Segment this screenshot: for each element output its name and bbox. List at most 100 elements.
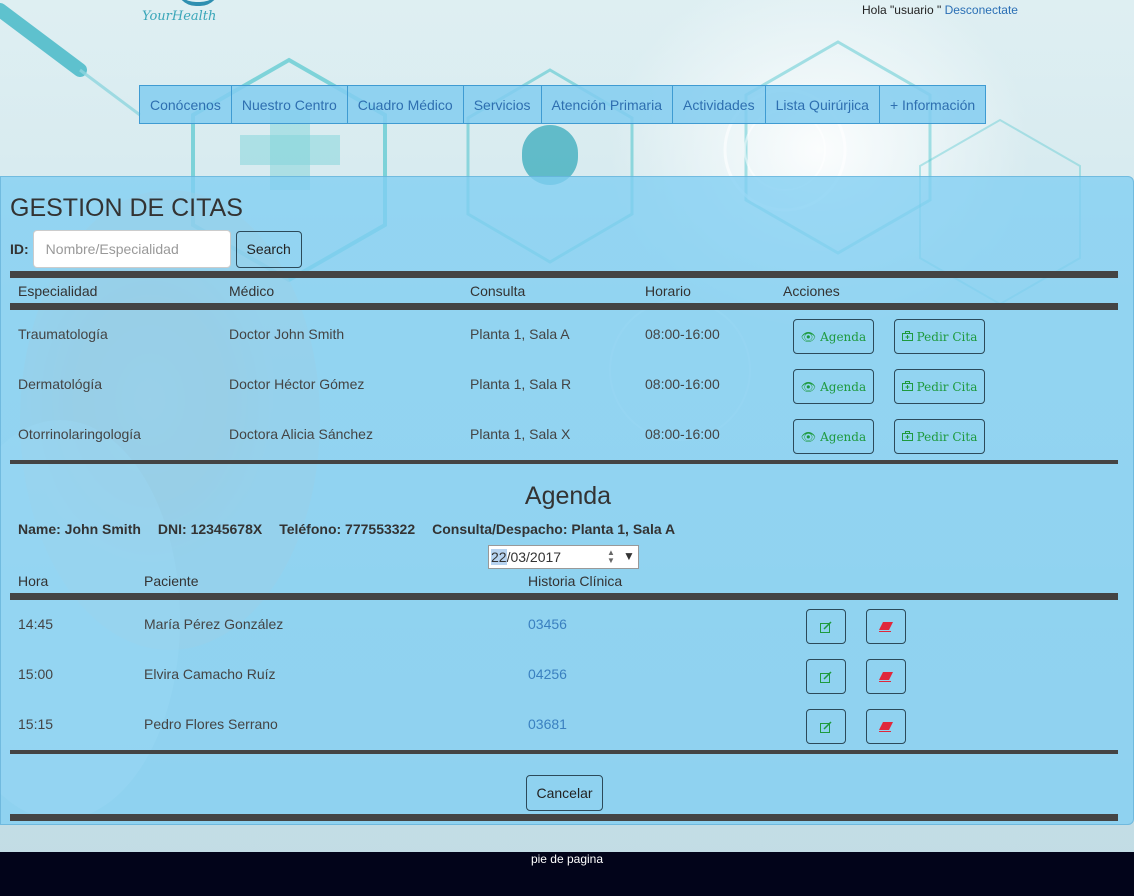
- cell-horario: 08:00-16:00: [645, 426, 720, 442]
- historia-link[interactable]: 03681: [528, 716, 567, 732]
- medkit-icon: [901, 330, 913, 344]
- appointments-panel: GESTION DE CITAS ID: Search Especialidad…: [0, 176, 1134, 825]
- edit-button[interactable]: [806, 609, 846, 644]
- agenda-button-label: Agenda: [820, 329, 867, 344]
- edit-button[interactable]: [806, 659, 846, 694]
- logo-icon[interactable]: [176, 0, 220, 6]
- doctor-info: Name: John Smith DNI: 12345678X Teléfono…: [18, 521, 675, 537]
- cell-consulta: Planta 1, Sala A: [470, 326, 570, 342]
- footer-text: pie de pagina: [530, 852, 604, 866]
- cell-hora: 15:00: [18, 666, 54, 682]
- eraser-icon: [879, 721, 893, 732]
- eye-icon: 👁: [800, 329, 817, 344]
- main-nav: Conócenos Nuestro Centro Cuadro Médico S…: [139, 85, 987, 124]
- agenda-button-label: Agenda: [820, 429, 867, 444]
- edit-icon: [820, 720, 832, 733]
- nav-item-atencion-primaria[interactable]: Atención Primaria: [540, 85, 673, 124]
- nav-item-conocenos[interactable]: Conócenos: [139, 85, 232, 124]
- search-row: ID: Search: [10, 230, 302, 268]
- header-horario: Horario: [645, 283, 691, 299]
- table-rule: [10, 460, 1118, 464]
- medkit-icon: [901, 380, 913, 394]
- nav-item-mas-informacion[interactable]: + Información: [878, 85, 987, 124]
- doctor-name: Name: John Smith: [18, 521, 141, 537]
- table-rule: [10, 303, 1118, 310]
- agenda-title: Agenda: [524, 482, 612, 510]
- agenda-button-label: Agenda: [820, 379, 867, 394]
- pedir-cita-button-label: Pedir Cita: [916, 329, 978, 344]
- agenda-button[interactable]: 👁 Agenda: [793, 319, 874, 354]
- date-rest: /03/2017: [506, 549, 562, 565]
- logo-text[interactable]: YourHealth: [142, 9, 216, 24]
- cell-horario: 08:00-16:00: [645, 376, 720, 392]
- panel-bottom-rule: [10, 814, 1118, 821]
- header-consulta: Consulta: [470, 283, 526, 299]
- site-footer: pie de pagina: [0, 852, 1134, 896]
- page-title: GESTION DE CITAS: [10, 194, 243, 222]
- nav-item-lista-quirurjica[interactable]: Lista Quirúrjica: [764, 85, 880, 124]
- dropdown-arrow-icon[interactable]: ▼: [623, 549, 635, 563]
- historia-link[interactable]: 03456: [528, 616, 567, 632]
- nav-item-nuestro-centro[interactable]: Nuestro Centro: [230, 85, 348, 124]
- header-especialidad: Especialidad: [18, 283, 98, 299]
- cell-paciente: Pedro Flores Serrano: [144, 716, 278, 732]
- spinner-icon[interactable]: ▲ ▼: [607, 549, 615, 565]
- nav-item-cuadro-medico[interactable]: Cuadro Médico: [346, 85, 464, 124]
- header-hora: Hora: [18, 573, 49, 589]
- cell-paciente: Elvira Camacho Ruíz: [144, 666, 276, 682]
- pedir-cita-button[interactable]: Pedir Cita: [894, 319, 985, 354]
- cell-consulta: Planta 1, Sala R: [470, 376, 572, 392]
- delete-button[interactable]: [866, 659, 906, 694]
- greeting-text: Hola "usuario ": [862, 3, 942, 17]
- agenda-rule: [10, 750, 1118, 754]
- agenda-button[interactable]: 👁 Agenda: [793, 419, 874, 454]
- doctor-consulta: Consulta/Despacho: Planta 1, Sala A: [432, 521, 676, 537]
- logout-link[interactable]: Desconectate: [945, 3, 1018, 17]
- search-button[interactable]: Search: [235, 230, 302, 268]
- cell-hora: 15:15: [18, 716, 54, 732]
- header-historia: Historia Clínica: [528, 573, 623, 589]
- pedir-cita-button[interactable]: Pedir Cita: [894, 419, 985, 454]
- edit-button[interactable]: [806, 709, 846, 744]
- historia-link[interactable]: 04256: [528, 666, 567, 682]
- date-picker[interactable]: 22/03/2017 ▲ ▼ ▼: [488, 545, 639, 569]
- cell-medico: Doctor John Smith: [229, 326, 345, 342]
- cell-hora: 14:45: [18, 616, 54, 632]
- date-day: 22: [491, 549, 507, 565]
- agenda-button[interactable]: 👁 Agenda: [793, 369, 874, 404]
- nav-item-actividades[interactable]: Actividades: [672, 85, 766, 124]
- medkit-icon: [901, 430, 913, 444]
- cell-consulta: Planta 1, Sala X: [470, 426, 571, 442]
- header-paciente: Paciente: [144, 573, 199, 589]
- cell-especialidad: Dermatológía: [18, 376, 103, 392]
- cell-medico: Doctora Alicia Sánchez: [229, 426, 373, 442]
- doctor-telefono: Teléfono: 777553322: [279, 521, 416, 537]
- user-greeting: Hola "usuario " Desconectate: [862, 3, 1018, 17]
- table-rule: [10, 271, 1118, 278]
- pedir-cita-button[interactable]: Pedir Cita: [894, 369, 985, 404]
- eraser-icon: [879, 671, 893, 682]
- cell-especialidad: Otorrinolaringología: [18, 426, 141, 442]
- search-input[interactable]: [32, 230, 231, 268]
- delete-button[interactable]: [866, 609, 906, 644]
- edit-icon: [820, 670, 832, 683]
- nav-item-servicios[interactable]: Servicios: [462, 85, 542, 124]
- cell-paciente: María Pérez González: [144, 616, 284, 632]
- header-acciones: Acciones: [783, 283, 840, 299]
- agenda-rule: [10, 593, 1118, 600]
- site-header: YourHealth Hola "usuario " Desconectate …: [0, 0, 1134, 176]
- eraser-icon: [879, 621, 893, 632]
- eye-icon: 👁: [800, 429, 817, 444]
- cancel-button[interactable]: Cancelar: [526, 775, 603, 811]
- header-medico: Médico: [229, 283, 275, 299]
- eye-icon: 👁: [800, 379, 817, 394]
- pedir-cita-button-label: Pedir Cita: [916, 379, 978, 394]
- pedir-cita-button-label: Pedir Cita: [916, 429, 978, 444]
- doctor-dni: DNI: 12345678X: [157, 521, 263, 537]
- cell-medico: Doctor Héctor Gómez: [229, 376, 365, 392]
- cell-horario: 08:00-16:00: [645, 326, 720, 342]
- edit-icon: [820, 620, 832, 633]
- id-label: ID:: [10, 241, 29, 257]
- cell-especialidad: Traumatología: [18, 326, 108, 342]
- delete-button[interactable]: [866, 709, 906, 744]
